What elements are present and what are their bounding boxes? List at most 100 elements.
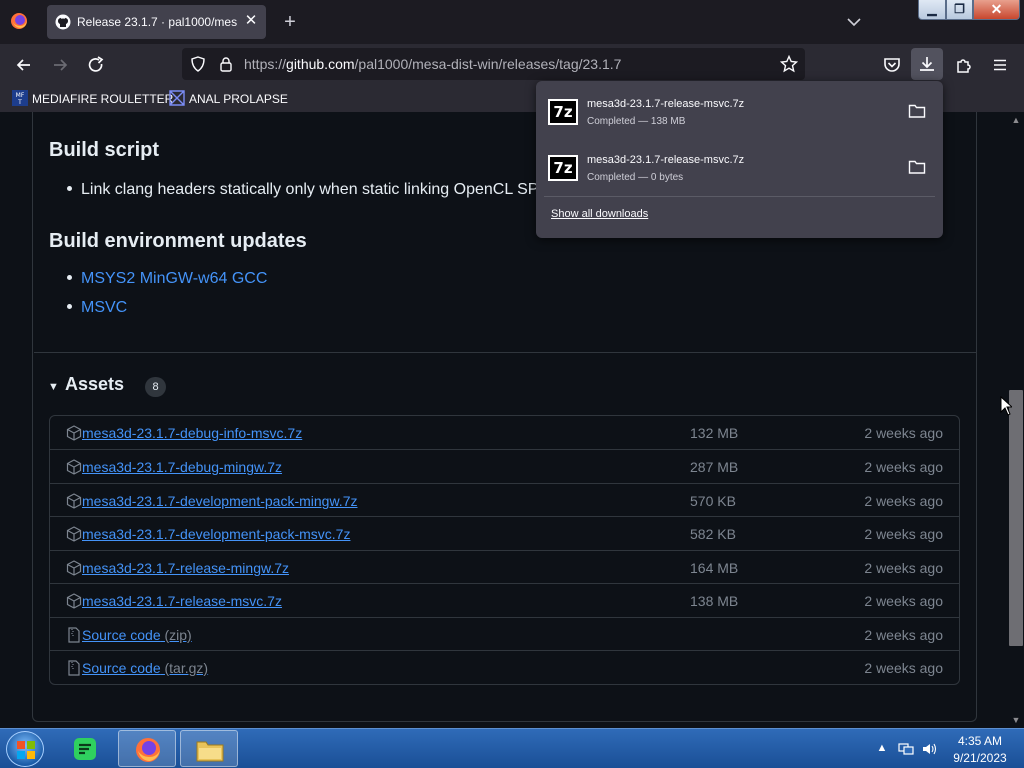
lock-icon[interactable]	[218, 56, 234, 72]
asset-date: 2 weeks ago	[864, 493, 943, 509]
folder-icon	[196, 741, 224, 762]
download-icon	[920, 57, 934, 71]
scroll-thumb[interactable]	[1009, 390, 1023, 646]
svg-text:T: T	[17, 99, 22, 106]
asset-row: mesa3d-23.1.7-development-pack-msvc.7z 5…	[50, 516, 959, 550]
scroll-down-icon[interactable]: ▼	[1011, 715, 1021, 725]
build-env-heading: Build environment updates	[49, 230, 307, 252]
asset-size: 287 MB	[690, 459, 739, 475]
asset-link[interactable]: mesa3d-23.1.7-debug-mingw.7z	[82, 459, 282, 475]
bookmark-label: ANAL PROLAPSE	[189, 92, 288, 106]
asset-size: 138 MB	[690, 593, 739, 609]
asset-date: 2 weeks ago	[864, 593, 943, 609]
package-icon	[66, 593, 82, 609]
close-icon: ✕	[990, 1, 1003, 17]
shield-icon[interactable]	[190, 56, 206, 72]
pocket-icon[interactable]	[882, 55, 902, 75]
assets-title[interactable]: Assets	[65, 374, 124, 395]
asset-size: 164 MB	[690, 560, 739, 576]
clock-time[interactable]: 4:35 AM	[930, 734, 1024, 748]
asset-date: 2 weeks ago	[864, 526, 943, 542]
download-item[interactable]: 7z mesa3d-23.1.7-release-msvc.7z Complet…	[544, 143, 935, 195]
asset-link[interactable]: mesa3d-23.1.7-development-pack-msvc.7z	[82, 526, 350, 542]
asset-date: 2 weeks ago	[864, 425, 943, 441]
asset-link[interactable]: mesa3d-23.1.7-development-pack-mingw.7z	[82, 493, 357, 509]
bullet	[67, 304, 72, 309]
bookmark-second[interactable]: ANAL PROLAPSE	[169, 90, 288, 108]
assets-list: mesa3d-23.1.7-debug-info-msvc.7z 132 MB …	[49, 415, 960, 685]
chevron-down-icon[interactable]	[844, 12, 864, 32]
source-zip-link[interactable]: Source code (zip)	[82, 627, 192, 643]
build-env-item: MSYS2 MinGW-w64 GCC	[67, 270, 267, 288]
url-path: /pal1000/mesa-dist-win/releases/tag/23.1…	[354, 56, 622, 72]
package-icon	[66, 425, 82, 441]
taskbar-notes-app[interactable]	[56, 730, 114, 767]
msys2-link[interactable]: MSYS2 MinGW-w64 GCC	[81, 270, 267, 287]
folder-icon[interactable]	[908, 103, 926, 119]
firefox-icon[interactable]	[10, 12, 28, 30]
page-scrollbar[interactable]: ▲ ▼	[1008, 112, 1024, 728]
mouse-cursor-icon	[1000, 396, 1012, 416]
downloads-button[interactable]	[911, 48, 943, 80]
download-filename: mesa3d-23.1.7-release-msvc.7z	[587, 154, 745, 166]
tab-release[interactable]: Release 23.1.7 · pal1000/mesa-d ✕	[47, 5, 266, 39]
bullet	[67, 275, 72, 280]
github-icon	[55, 14, 71, 30]
asset-row: mesa3d-23.1.7-release-msvc.7z 138 MB 2 w…	[50, 583, 959, 617]
url-host: github.com	[286, 56, 355, 72]
new-tab-button[interactable]: +	[280, 12, 300, 32]
build-env-item: MSVC	[67, 299, 127, 317]
asset-row: mesa3d-23.1.7-debug-info-msvc.7z 132 MB …	[50, 416, 959, 450]
svg-text:MF: MF	[16, 92, 25, 99]
back-arrow-icon[interactable]	[14, 55, 34, 75]
minimize-button[interactable]: ▁	[918, 0, 946, 20]
divider	[34, 352, 976, 353]
taskbar-explorer[interactable]	[180, 730, 238, 767]
asset-size: 582 KB	[690, 526, 736, 542]
show-all-downloads-link[interactable]: Show all downloads	[551, 208, 648, 220]
asset-row: Source code (tar.gz) 2 weeks ago	[50, 650, 959, 684]
bullet	[67, 186, 72, 191]
reload-icon[interactable]	[86, 55, 106, 75]
download-filename: mesa3d-23.1.7-release-msvc.7z	[587, 98, 745, 110]
7z-file-icon: 7z	[548, 99, 578, 125]
scroll-up-icon[interactable]: ▲	[1011, 115, 1021, 125]
source-tar-link[interactable]: Source code (tar.gz)	[82, 660, 208, 676]
url-text[interactable]: https://github.com/pal1000/mesa-dist-win…	[244, 56, 621, 72]
bookmark-icon	[169, 90, 185, 106]
caret-down-icon[interactable]: ▼	[48, 381, 59, 393]
start-button[interactable]	[6, 731, 44, 767]
forward-arrow-icon[interactable]	[50, 55, 70, 75]
clock-date[interactable]: 9/21/2023	[930, 751, 1024, 765]
msvc-link[interactable]: MSVC	[81, 299, 127, 316]
mediafire-icon: MF T	[12, 90, 28, 106]
package-icon	[66, 526, 82, 542]
assets-count-badge: 8	[145, 377, 166, 397]
restore-button[interactable]: ❐	[946, 0, 973, 20]
asset-link[interactable]: mesa3d-23.1.7-release-msvc.7z	[82, 593, 282, 609]
close-window-button[interactable]: ✕	[973, 0, 1020, 20]
divider	[544, 196, 935, 197]
tab-close-icon[interactable]: ✕	[243, 13, 259, 29]
bookmark-mediafire[interactable]: MF T MEDIAFIRE ROULETTER	[12, 90, 173, 108]
extensions-icon[interactable]	[954, 55, 974, 75]
asset-link[interactable]: mesa3d-23.1.7-debug-info-msvc.7z	[82, 425, 302, 441]
asset-row: mesa3d-23.1.7-debug-mingw.7z 287 MB 2 we…	[50, 449, 959, 483]
bookmark-star-icon[interactable]	[780, 55, 798, 73]
menu-hamburger-icon[interactable]	[990, 55, 1010, 75]
asset-row: Source code (zip) 2 weeks ago	[50, 617, 959, 651]
network-icon[interactable]	[898, 742, 914, 756]
asset-date: 2 weeks ago	[864, 627, 943, 643]
asset-link[interactable]: mesa3d-23.1.7-release-mingw.7z	[82, 560, 289, 576]
folder-icon[interactable]	[908, 159, 926, 175]
asset-size: 132 MB	[690, 425, 739, 441]
download-item[interactable]: 7z mesa3d-23.1.7-release-msvc.7z Complet…	[544, 87, 935, 139]
navigation-toolbar: https://github.com/pal1000/mesa-dist-win…	[0, 44, 1024, 86]
url-bar[interactable]: https://github.com/pal1000/mesa-dist-win…	[182, 48, 805, 80]
show-hidden-icons-icon[interactable]: ▲	[874, 742, 890, 756]
asset-row: mesa3d-23.1.7-release-mingw.7z 164 MB 2 …	[50, 550, 959, 584]
source-zip-label: Source code	[82, 627, 161, 643]
taskbar-firefox[interactable]	[118, 730, 176, 767]
package-icon	[66, 493, 82, 509]
package-icon	[66, 560, 82, 576]
